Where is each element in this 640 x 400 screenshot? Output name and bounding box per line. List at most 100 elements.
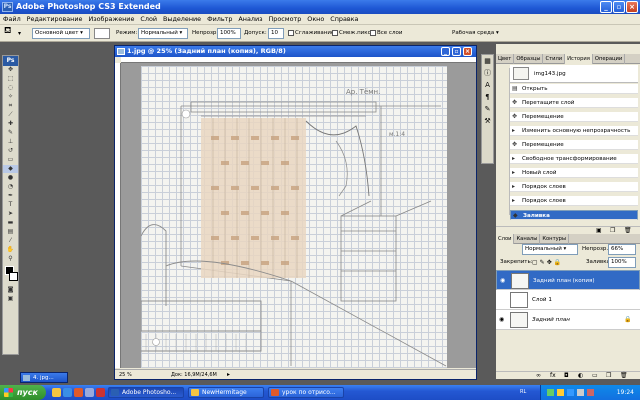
eye-hidden-icon[interactable] [499, 297, 506, 303]
blur-tool-icon[interactable]: ● [3, 174, 18, 182]
screen-mode-icon[interactable]: ▣ [3, 295, 18, 303]
menu-analysis[interactable]: Анализ [235, 14, 265, 25]
tab-actions[interactable]: Операции [593, 54, 626, 64]
navigator-icon[interactable]: ▦ [482, 55, 493, 67]
eyedropper-tool-icon[interactable]: ⁄ [3, 237, 18, 245]
tray-icon-4[interactable] [577, 389, 584, 396]
blend-mode-select[interactable]: Нормальный ▾ [522, 244, 578, 255]
layer-row-background[interactable]: ◉ Задний план 🔒 [496, 310, 640, 330]
minimized-document[interactable]: 4. jpg... [20, 372, 68, 383]
menu-image[interactable]: Изображение [85, 14, 137, 25]
character-icon[interactable]: A [482, 79, 493, 91]
marquee-tool-icon[interactable]: ⬚ [3, 75, 18, 83]
lasso-tool-icon[interactable]: ◌ [3, 84, 18, 92]
maximize-button[interactable]: ▫ [613, 1, 625, 13]
eraser-tool-icon[interactable]: ▭ [3, 156, 18, 164]
notes-tool-icon[interactable]: ▤ [3, 228, 18, 236]
history-item[interactable]: ▸ Порядок слоев [510, 196, 638, 206]
quicklaunch-desktop-icon[interactable] [85, 388, 94, 397]
quicklaunch-browser-icon[interactable] [63, 388, 72, 397]
pen-tool-icon[interactable]: ✒ [3, 192, 18, 200]
interior-sketch-image[interactable]: Ар. Тёмн. м.1:4 [140, 66, 447, 368]
document-title-bar[interactable]: 1.jpg @ 25% (Задний план (копия), RGB/8)… [115, 46, 476, 57]
menu-window[interactable]: Окно [304, 14, 327, 25]
quick-mask-icon[interactable]: ◙ [3, 286, 18, 294]
history-item[interactable]: ✥ Перемещение [510, 140, 638, 150]
adjustment-layer-icon[interactable]: ◐ [578, 372, 583, 379]
history-item[interactable]: ◆ Заливка [510, 210, 638, 220]
history-item[interactable]: ▸ Порядок слоев [510, 182, 638, 192]
canvas-area[interactable]: Ар. Тёмн. м.1:4 [121, 63, 476, 368]
dodge-tool-icon[interactable]: ◔ [3, 183, 18, 191]
minimize-button[interactable]: _ [600, 1, 612, 13]
menu-edit[interactable]: Редактирование [24, 14, 86, 25]
quicklaunch-app-icon[interactable] [96, 388, 105, 397]
tab-paths[interactable]: Контуры [540, 234, 570, 244]
tray-icon-3[interactable] [567, 389, 574, 396]
magic-wand-tool-icon[interactable]: ✧ [3, 93, 18, 101]
path-selection-tool-icon[interactable]: ➤ [3, 210, 18, 218]
history-item[interactable]: ▸ Свободное трансформирование [510, 154, 638, 164]
tab-channels[interactable]: Каналы [514, 234, 541, 244]
hand-tool-icon[interactable]: ✋ [3, 246, 18, 254]
move-tool-icon[interactable]: ✥ [3, 66, 18, 74]
document-size[interactable]: Док: 16,9M/24,6M [171, 370, 217, 380]
menu-file[interactable]: Файл [0, 14, 24, 25]
language-indicator[interactable]: RL [520, 389, 526, 395]
status-arrow-icon[interactable]: ▸ [227, 372, 233, 378]
layer-style-icon[interactable]: fx [550, 372, 556, 379]
close-button[interactable]: × [626, 1, 638, 13]
history-item[interactable]: ▤ Открыть [510, 84, 638, 94]
layer-mask-icon[interactable]: ◘ [564, 372, 569, 379]
menu-select[interactable]: Выделение [160, 14, 204, 25]
quicklaunch-media-icon[interactable] [74, 388, 83, 397]
task-lesson[interactable]: урок по отрисо... [268, 387, 344, 398]
layer-row-background-copy[interactable]: ◉ Задний план (копия) [496, 270, 640, 290]
slice-tool-icon[interactable]: ⟋ [3, 111, 18, 119]
layer-opacity-input[interactable]: 66% [608, 244, 636, 255]
doc-close-button[interactable]: × [463, 47, 472, 56]
history-item[interactable]: ✥ Перемещение [510, 112, 638, 122]
type-tool-icon[interactable]: T [3, 201, 18, 209]
menu-view[interactable]: Просмотр [266, 14, 305, 25]
antialias-checkbox[interactable]: Сглаживание [288, 28, 334, 39]
zoom-level[interactable]: 25 % [119, 370, 132, 380]
lock-icons[interactable]: ▢✎✥🔒 [532, 257, 563, 268]
eye-icon[interactable]: ◉ [499, 317, 506, 323]
history-brush-source-column[interactable] [496, 68, 510, 215]
history-item[interactable]: ✥ Перетащите слой [510, 98, 638, 108]
new-layer-icon[interactable]: ❐ [606, 372, 611, 379]
fill-source-select[interactable]: Основной цвет ▾ [32, 28, 90, 39]
trash-icon[interactable]: 🗑 [624, 227, 632, 234]
new-group-icon[interactable]: ▭ [592, 372, 598, 379]
clone-stamp-tool-icon[interactable]: ⊥ [3, 138, 18, 146]
all-layers-checkbox[interactable]: Все слои [370, 28, 402, 39]
color-swatches[interactable] [3, 264, 18, 286]
tab-color[interactable]: Цвет [496, 54, 515, 64]
zoom-tool-icon[interactable]: ⚲ [3, 255, 18, 263]
crop-tool-icon[interactable]: ⌗ [3, 102, 18, 110]
new-document-icon[interactable]: ❐ [610, 227, 615, 234]
paint-bucket-tool-icon[interactable]: ◆ [3, 165, 18, 173]
tray-icon-1[interactable] [547, 389, 554, 396]
layer-row-layer-1[interactable]: Слой 1 [496, 290, 640, 310]
tab-styles[interactable]: Стили [543, 54, 566, 64]
brushes-icon[interactable]: ✎ [482, 103, 493, 115]
menu-filter[interactable]: Фильтр [204, 14, 235, 25]
tool-preset-chevron-icon[interactable]: ▾ [18, 28, 21, 39]
menu-help[interactable]: Справка [327, 14, 361, 25]
tray-icon-5[interactable] [587, 389, 594, 396]
tray-icon-2[interactable] [557, 389, 564, 396]
fill-input[interactable]: 100% [608, 257, 636, 268]
clock[interactable]: 19:24 [617, 389, 634, 396]
history-brush-tool-icon[interactable]: ↺ [3, 147, 18, 155]
opacity-input[interactable]: 100% [217, 28, 241, 39]
pattern-swatch[interactable] [94, 28, 110, 39]
task-photoshop[interactable]: Adobe Photosho... [108, 387, 184, 398]
doc-minimize-button[interactable]: _ [441, 47, 450, 56]
doc-maximize-button[interactable]: ▫ [452, 47, 461, 56]
tab-history[interactable]: История [565, 54, 593, 64]
eye-icon[interactable]: ◉ [500, 278, 507, 284]
start-button[interactable]: пуск [0, 385, 46, 400]
quicklaunch-folder-icon[interactable] [52, 388, 61, 397]
